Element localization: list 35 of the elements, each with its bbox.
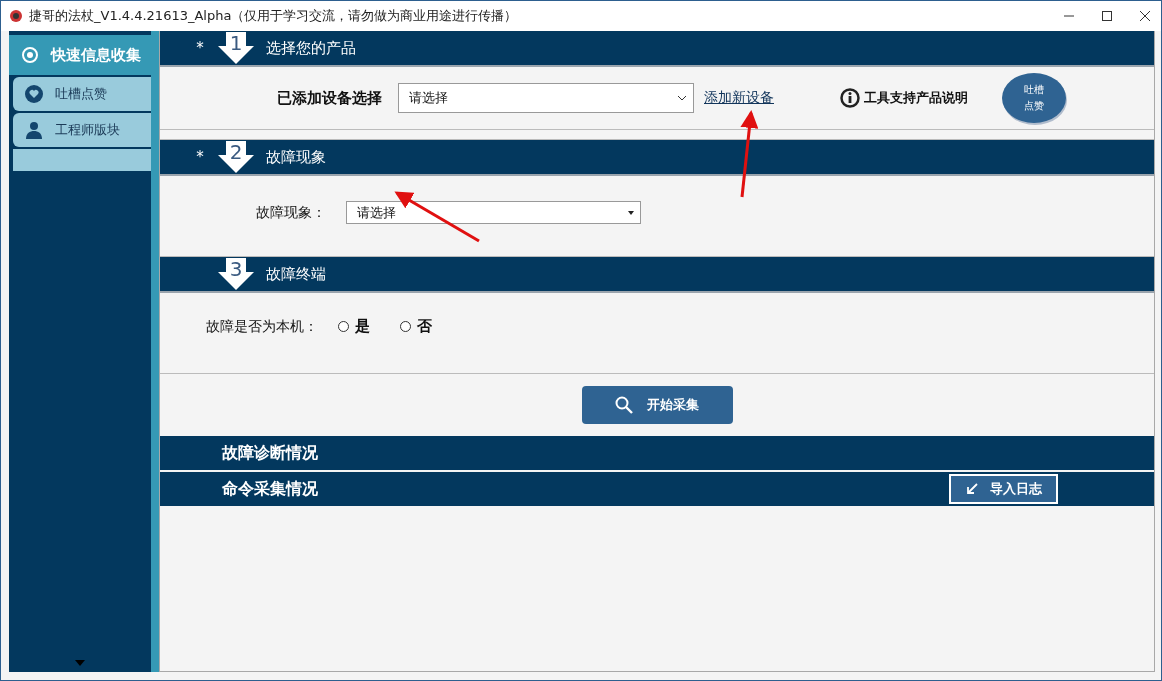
search-icon <box>615 396 633 414</box>
maximize-icon <box>1102 11 1112 21</box>
app-icon <box>9 9 23 23</box>
arrow-down-left-icon <box>965 483 978 495</box>
info-icon <box>840 88 860 108</box>
chevron-down-icon <box>677 95 687 101</box>
banner-title: 命令采集情况 <box>222 478 318 500</box>
person-icon <box>25 121 43 139</box>
banner-title: 故障诊断情况 <box>222 442 318 464</box>
import-log-button[interactable]: 导入日志 <box>949 474 1058 504</box>
required-marker: * <box>195 148 205 166</box>
fault-label: 故障现象： <box>256 203 326 222</box>
required-marker: * <box>195 39 205 57</box>
terminal-label: 故障是否为本机： <box>206 317 318 336</box>
step-arrow: 1 <box>218 32 254 64</box>
dropdown-icon <box>628 210 634 215</box>
feedback-button[interactable]: 吐槽 点赞 <box>1002 73 1066 123</box>
radio-option[interactable]: 否 <box>400 317 432 336</box>
step-arrow: 3 <box>218 258 254 290</box>
device-select[interactable]: 请选择 <box>398 83 694 113</box>
target-icon <box>21 46 39 64</box>
close-icon <box>1140 11 1150 21</box>
section-title: 故障现象 <box>266 147 326 167</box>
start-collect-button[interactable]: 开始采集 <box>581 386 733 424</box>
device-label: 已添加设备选择 <box>277 88 382 108</box>
section-title: 选择您的产品 <box>266 38 356 58</box>
step-arrow: 2 <box>218 141 254 173</box>
section-title: 故障终端 <box>266 264 326 284</box>
sidebar-item[interactable]: 工程师版块 <box>13 113 151 147</box>
fault-select[interactable]: 请选择 <box>346 201 641 224</box>
sidebar-item[interactable]: 吐槽点赞 <box>13 77 151 111</box>
radio-option[interactable]: 是 <box>338 317 370 336</box>
product-info-link[interactable]: 工具支持产品说明 <box>840 88 968 108</box>
add-device-link[interactable]: 添加新设备 <box>704 89 774 107</box>
window-title: 捷哥的法杖_V1.4.4.21613_Alpha（仅用于学习交流，请勿做为商业用途进行传播） <box>29 7 519 25</box>
